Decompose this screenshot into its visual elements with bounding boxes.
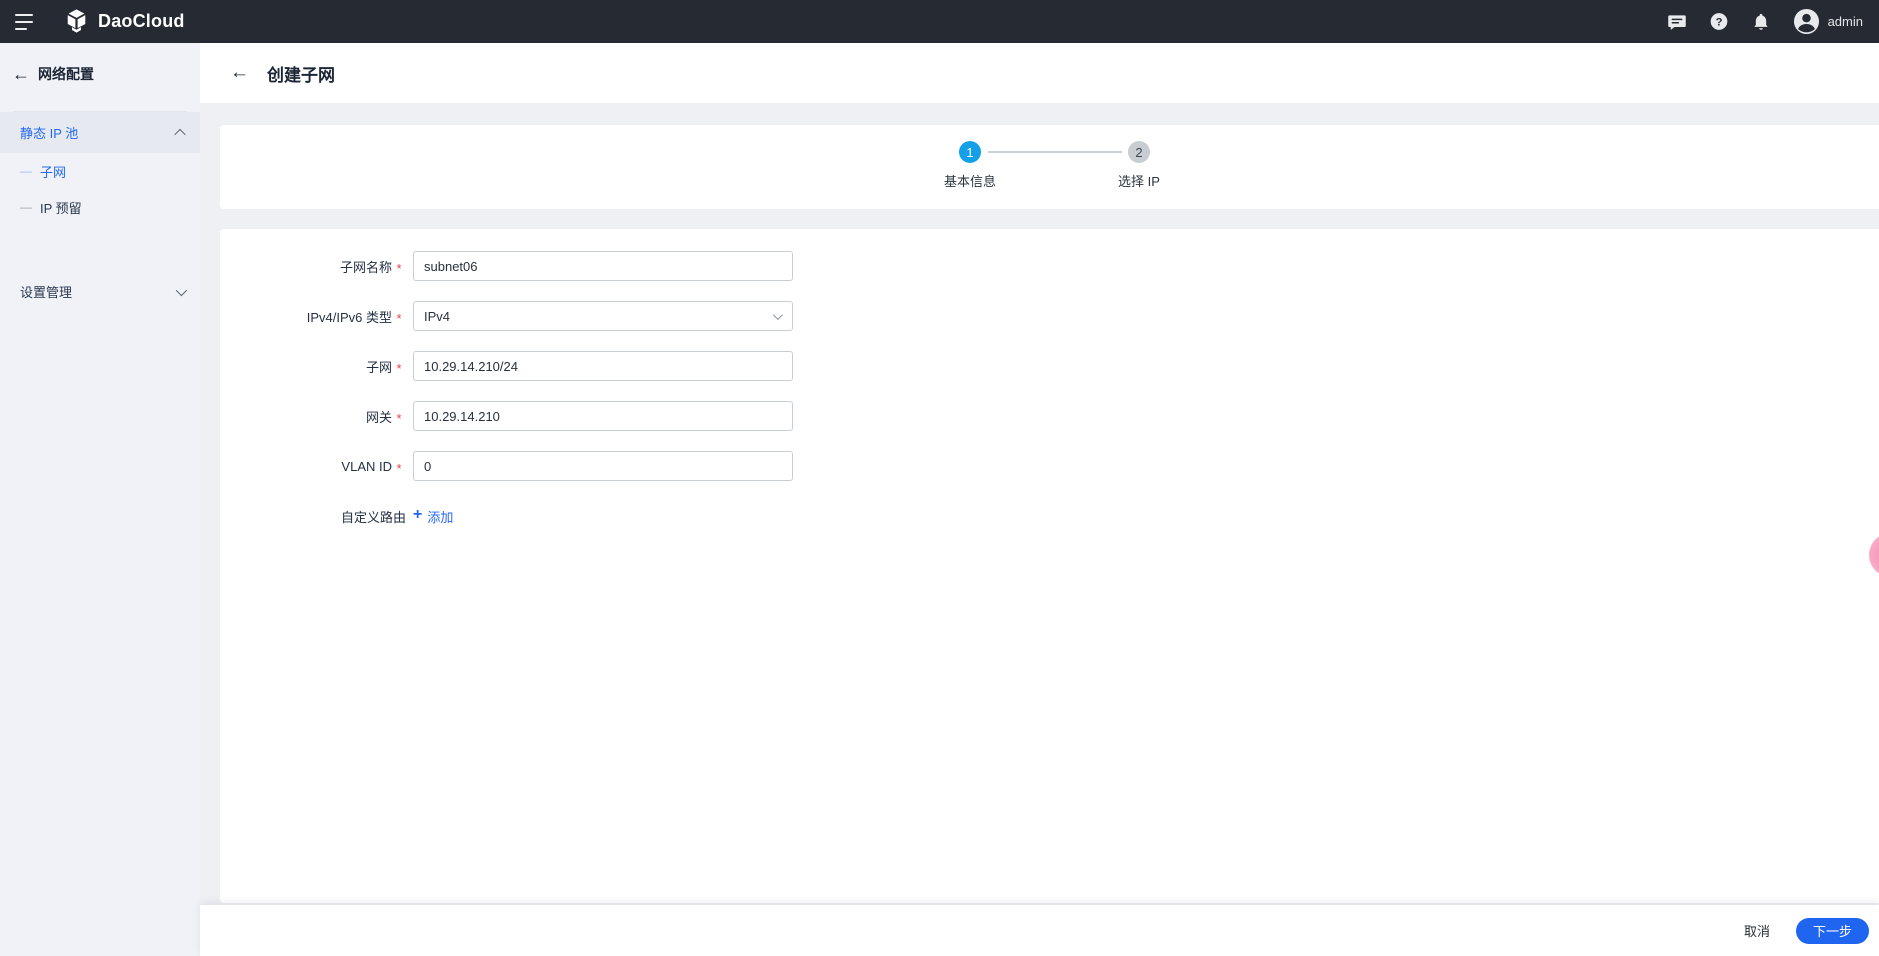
next-step-button[interactable]: 下一步 xyxy=(1795,917,1869,944)
topbar-actions: ? admin xyxy=(1667,8,1879,35)
bell-icon[interactable] xyxy=(1751,12,1771,32)
chevron-down-icon xyxy=(772,309,783,320)
field-label: 子网名称 xyxy=(339,259,392,275)
sidebar-section-static-ip-pool[interactable]: 静态 IP 池 xyxy=(0,112,200,153)
bullet-dash-icon: — xyxy=(20,200,32,214)
selected-value: IPv4 xyxy=(424,308,451,324)
subnet-name-input[interactable] xyxy=(413,251,793,281)
field-label: 自定义路由 xyxy=(340,509,406,525)
username-label: admin xyxy=(1827,14,1863,29)
step-label: 基本信息 xyxy=(943,174,996,189)
required-marker: * xyxy=(396,310,402,326)
user-menu[interactable]: admin xyxy=(1793,8,1863,35)
page-header: ← 创建子网 xyxy=(200,43,1879,103)
form-row-vlan-id: VLAN ID * xyxy=(220,451,1879,481)
sidebar: ← 网络配置 静态 IP 池 — 子网 — IP 预留 设置管理 xyxy=(0,43,200,956)
form-row-subnet-name: 子网名称 * xyxy=(220,251,1879,281)
brand-name: DaoCloud xyxy=(98,11,185,31)
field-label: IPv4/IPv6 类型 xyxy=(306,309,392,325)
chevron-up-icon xyxy=(174,128,186,140)
subnet-form-card: 子网名称 * IPv4/IPv6 类型 * IPv4 子网 * 网关 * VLA… xyxy=(220,229,1879,903)
form-row-gateway: 网关 * xyxy=(220,401,1879,431)
form-row-custom-route: 自定义路由 + 添加 xyxy=(220,501,1879,531)
field-label: 网关 xyxy=(365,409,392,425)
sidebar-item-label: 子网 xyxy=(40,164,67,180)
sidebar-back-icon[interactable]: ← xyxy=(12,64,34,85)
bullet-dash-icon: — xyxy=(20,164,32,178)
sidebar-title: 网络配置 xyxy=(38,66,94,82)
required-marker: * xyxy=(396,410,402,426)
sidebar-header: ← 网络配置 xyxy=(0,43,200,105)
page-title: 创建子网 xyxy=(267,65,335,85)
chevron-down-icon xyxy=(175,284,188,296)
vlan-id-input[interactable] xyxy=(413,451,793,481)
chat-icon[interactable] xyxy=(1667,12,1687,32)
sidebar-section-settings[interactable]: 设置管理 xyxy=(0,271,200,312)
brand-logo[interactable]: DaoCloud xyxy=(63,8,185,35)
step-label: 选择 IP xyxy=(1118,174,1160,189)
form-row-ip-type: IPv4/IPv6 类型 * IPv4 xyxy=(220,301,1879,331)
sidebar-section-label: 静态 IP 池 xyxy=(20,126,79,141)
sidebar-item-subnet[interactable]: — 子网 xyxy=(0,153,200,189)
sidebar-item-label: IP 预留 xyxy=(40,200,82,216)
cancel-button[interactable]: 取消 xyxy=(1744,921,1770,940)
required-marker: * xyxy=(396,460,402,476)
subnet-cidr-input[interactable] xyxy=(413,351,793,381)
help-icon[interactable]: ? xyxy=(1709,12,1729,32)
field-label: 子网 xyxy=(365,359,392,375)
content-area: 1 基本信息 2 选择 IP 子网名称 * IPv4/IPv6 类型 * IPv… xyxy=(200,103,1879,956)
required-marker: * xyxy=(396,360,402,376)
ip-type-select[interactable]: IPv4 xyxy=(413,301,793,331)
footer-action-bar: 取消 下一步 xyxy=(200,905,1879,956)
sidebar-section-label: 设置管理 xyxy=(20,285,73,300)
required-marker: * xyxy=(396,260,402,276)
stepper-card: 1 基本信息 2 选择 IP xyxy=(220,125,1879,209)
form-row-subnet-cidr: 子网 * xyxy=(220,351,1879,381)
svg-text:?: ? xyxy=(1715,17,1722,29)
field-label: VLAN ID xyxy=(341,458,392,474)
step-number-badge: 1 xyxy=(959,141,981,163)
step-basic-info: 1 基本信息 xyxy=(930,141,1010,190)
daocloud-cube-icon xyxy=(67,9,86,33)
sidebar-item-ip-reservation[interactable]: — IP 预留 xyxy=(0,189,200,225)
gateway-input[interactable] xyxy=(413,401,793,431)
avatar-icon xyxy=(1793,8,1819,35)
add-route-button[interactable]: + 添加 xyxy=(413,507,453,526)
menu-icon[interactable] xyxy=(15,13,37,30)
step-number-badge: 2 xyxy=(1128,141,1150,163)
step-select-ip: 2 选择 IP xyxy=(1099,141,1179,190)
add-route-label: 添加 xyxy=(427,509,454,525)
plus-icon: + xyxy=(413,506,423,523)
page-back-icon[interactable]: ← xyxy=(230,62,249,84)
top-bar: DaoCloud ? admin xyxy=(0,0,1879,43)
